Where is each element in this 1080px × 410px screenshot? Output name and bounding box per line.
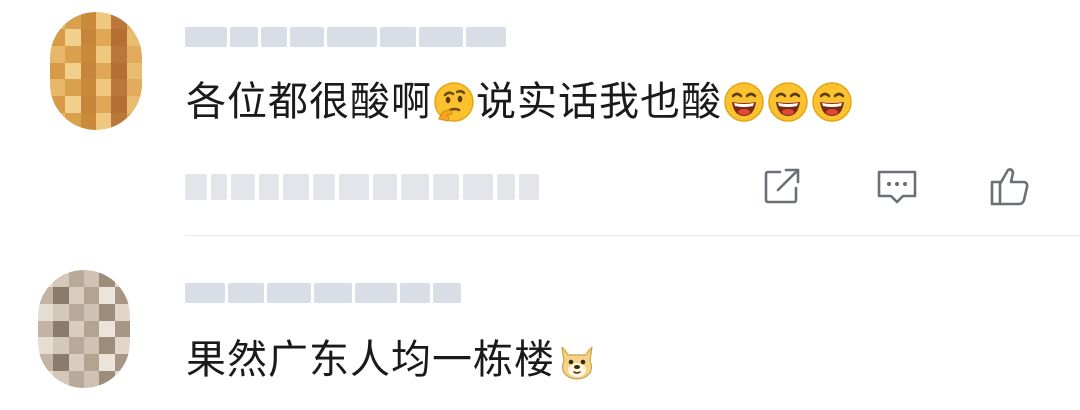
comment-item: 果然广东人均一栋楼 bbox=[0, 0, 1080, 388]
timestamp-source-blurred bbox=[185, 170, 539, 204]
divider bbox=[185, 235, 1080, 236]
avatar[interactable] bbox=[38, 270, 130, 388]
comment-text: 果然广东人均一栋楼 bbox=[186, 336, 599, 384]
comment-text-part: 果然广东人均一栋楼 bbox=[186, 337, 555, 383]
username-blurred[interactable] bbox=[185, 280, 461, 306]
doge-emoji bbox=[556, 339, 598, 381]
